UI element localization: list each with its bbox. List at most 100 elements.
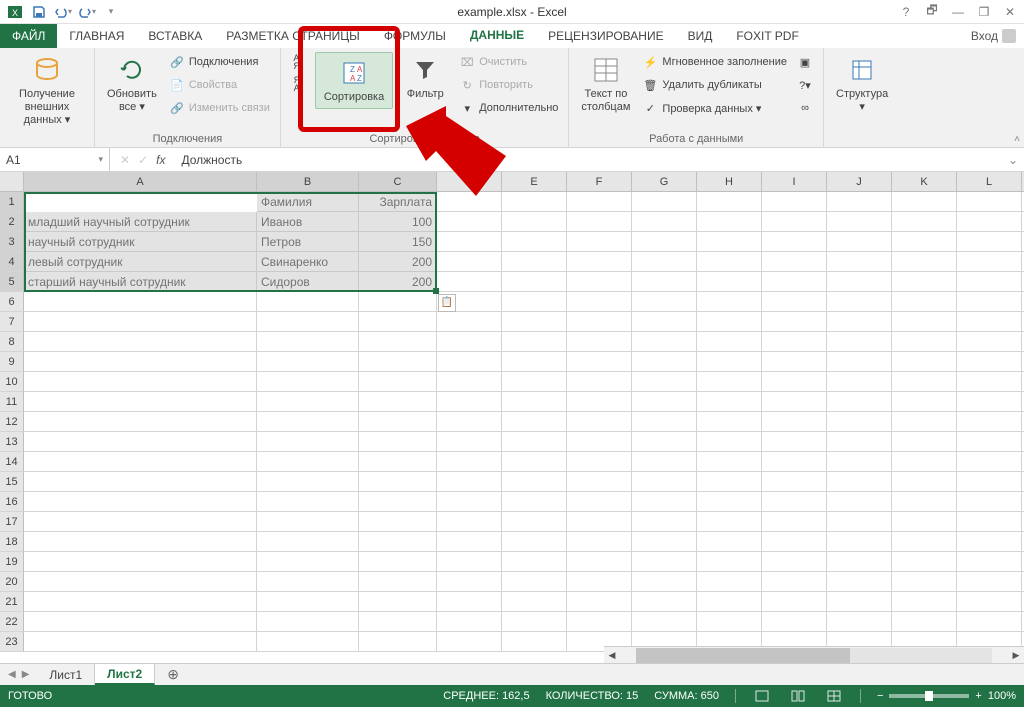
row-header[interactable]: 11 <box>0 392 24 412</box>
cell[interactable] <box>762 512 827 531</box>
cell[interactable] <box>437 192 502 211</box>
row-header[interactable]: 5 <box>0 272 24 292</box>
cell[interactable] <box>957 512 1022 531</box>
connections-button[interactable]: 🔗Подключения <box>167 52 272 72</box>
cell[interactable] <box>257 332 359 351</box>
cell[interactable] <box>257 392 359 411</box>
properties-button[interactable]: 📄Свойства <box>167 75 272 95</box>
cell[interactable] <box>502 512 567 531</box>
cell[interactable] <box>697 292 762 311</box>
scroll-left-icon[interactable]: ◀ <box>604 647 620 663</box>
cell[interactable] <box>437 552 502 571</box>
cell[interactable] <box>567 292 632 311</box>
cell[interactable] <box>502 532 567 551</box>
cell[interactable] <box>957 432 1022 451</box>
cell[interactable] <box>697 432 762 451</box>
cell[interactable] <box>957 252 1022 271</box>
cell[interactable] <box>827 192 892 211</box>
tab-foxit-pdf[interactable]: FOXIT PDF <box>724 24 810 48</box>
cell[interactable] <box>827 332 892 351</box>
row-header[interactable]: 4 <box>0 252 24 272</box>
col-header[interactable]: A <box>24 172 257 191</box>
row-header[interactable]: 13 <box>0 432 24 452</box>
cell[interactable] <box>502 292 567 311</box>
cell[interactable]: 150 <box>359 232 437 251</box>
sign-in[interactable]: Вход <box>963 24 1024 48</box>
cell[interactable]: Должность <box>24 192 257 211</box>
cell[interactable] <box>359 592 437 611</box>
cell[interactable] <box>632 232 697 251</box>
cell[interactable] <box>24 352 257 371</box>
cell[interactable] <box>632 372 697 391</box>
cell[interactable] <box>762 552 827 571</box>
horizontal-scrollbar[interactable]: ◀ ▶ <box>604 646 1024 663</box>
cell[interactable] <box>827 532 892 551</box>
cell[interactable] <box>892 552 957 571</box>
fx-icon[interactable]: fx <box>156 153 165 167</box>
cell[interactable] <box>827 292 892 311</box>
col-header[interactable]: L <box>957 172 1022 191</box>
cell[interactable] <box>827 372 892 391</box>
row-header[interactable]: 20 <box>0 572 24 592</box>
cell[interactable] <box>892 212 957 231</box>
cell[interactable] <box>762 212 827 231</box>
undo-icon[interactable]: ▾ <box>52 1 74 23</box>
cell[interactable] <box>257 532 359 551</box>
cell[interactable] <box>502 312 567 331</box>
zoom-slider[interactable] <box>889 694 969 698</box>
sheet-tab[interactable]: Лист2 <box>95 664 155 685</box>
cell[interactable]: Зарплата <box>359 192 437 211</box>
cell[interactable] <box>502 452 567 471</box>
cell[interactable] <box>359 352 437 371</box>
cell[interactable] <box>24 392 257 411</box>
cell[interactable] <box>567 352 632 371</box>
row-header[interactable]: 9 <box>0 352 24 372</box>
cell[interactable]: левый сотрудник <box>24 252 257 271</box>
cell[interactable] <box>437 312 502 331</box>
redo-icon[interactable]: ▾ <box>76 1 98 23</box>
cells-area[interactable]: ДолжностьФамилияЗарплатамладший научный … <box>24 192 1024 663</box>
cell[interactable] <box>502 192 567 211</box>
cell[interactable] <box>502 272 567 291</box>
cell[interactable] <box>827 472 892 491</box>
cell[interactable] <box>697 312 762 331</box>
cell[interactable] <box>567 272 632 291</box>
cell[interactable] <box>957 532 1022 551</box>
cell[interactable] <box>762 292 827 311</box>
cell[interactable] <box>762 272 827 291</box>
view-page-break-icon[interactable] <box>824 688 844 704</box>
cell[interactable] <box>502 632 567 651</box>
cell[interactable] <box>567 532 632 551</box>
tab-home[interactable]: ГЛАВНАЯ <box>57 24 136 48</box>
cell[interactable] <box>502 372 567 391</box>
clear-filter-button[interactable]: ⌧Очистить <box>457 52 560 72</box>
cell[interactable] <box>257 312 359 331</box>
cell[interactable] <box>257 412 359 431</box>
cell[interactable] <box>24 552 257 571</box>
cell[interactable] <box>632 212 697 231</box>
cell[interactable] <box>632 192 697 211</box>
cell[interactable] <box>567 332 632 351</box>
cell[interactable] <box>892 252 957 271</box>
cell[interactable] <box>697 552 762 571</box>
sort-desc-button[interactable]: ЯА↓ <box>289 74 309 94</box>
cell[interactable] <box>24 612 257 631</box>
cell[interactable] <box>257 352 359 371</box>
zoom-level[interactable]: 100% <box>988 690 1016 702</box>
cell[interactable] <box>762 452 827 471</box>
cell[interactable] <box>957 232 1022 251</box>
cell[interactable] <box>892 512 957 531</box>
filter-button[interactable]: Фильтр <box>399 52 451 103</box>
cell[interactable] <box>827 352 892 371</box>
cell[interactable] <box>632 432 697 451</box>
cell[interactable]: Свинаренко <box>257 252 359 271</box>
cell[interactable] <box>257 512 359 531</box>
cell[interactable] <box>827 412 892 431</box>
formula-input[interactable]: Должность <box>175 153 1001 167</box>
sheet-nav[interactable]: ◀▶ <box>0 669 37 680</box>
cell[interactable] <box>359 392 437 411</box>
cell[interactable] <box>502 252 567 271</box>
cell[interactable] <box>827 492 892 511</box>
cell[interactable] <box>437 632 502 651</box>
row-header[interactable]: 22 <box>0 612 24 632</box>
